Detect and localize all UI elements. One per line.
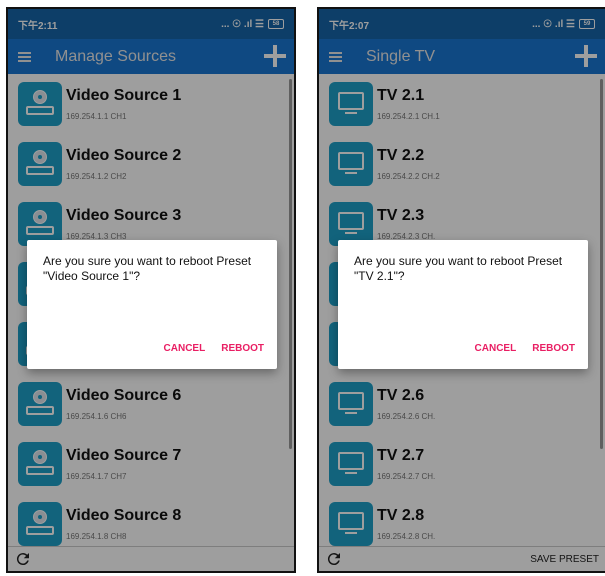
dialog-actions: CANCEL REBOOT (475, 343, 575, 354)
dialog-message: Are you sure you want to reboot Preset "… (354, 254, 563, 283)
reboot-button[interactable]: REBOOT (532, 343, 575, 354)
dialog-actions: CANCEL REBOOT (164, 343, 264, 354)
reboot-dialog: Are you sure you want to reboot Preset "… (338, 240, 588, 369)
single-tv-screen: 下午2:07 ... ☉ .ıl ☰ 59 Single TV TV 2.1 16… (317, 7, 605, 573)
cancel-button[interactable]: CANCEL (164, 343, 206, 354)
cancel-button[interactable]: CANCEL (475, 343, 517, 354)
reboot-button[interactable]: REBOOT (221, 343, 264, 354)
dialog-message: Are you sure you want to reboot Preset "… (43, 254, 252, 283)
reboot-dialog: Are you sure you want to reboot Preset "… (27, 240, 277, 369)
manage-sources-screen: 下午2:11 ... ☉ .ıl ☰ 58 Manage Sources Vid… (6, 7, 296, 573)
